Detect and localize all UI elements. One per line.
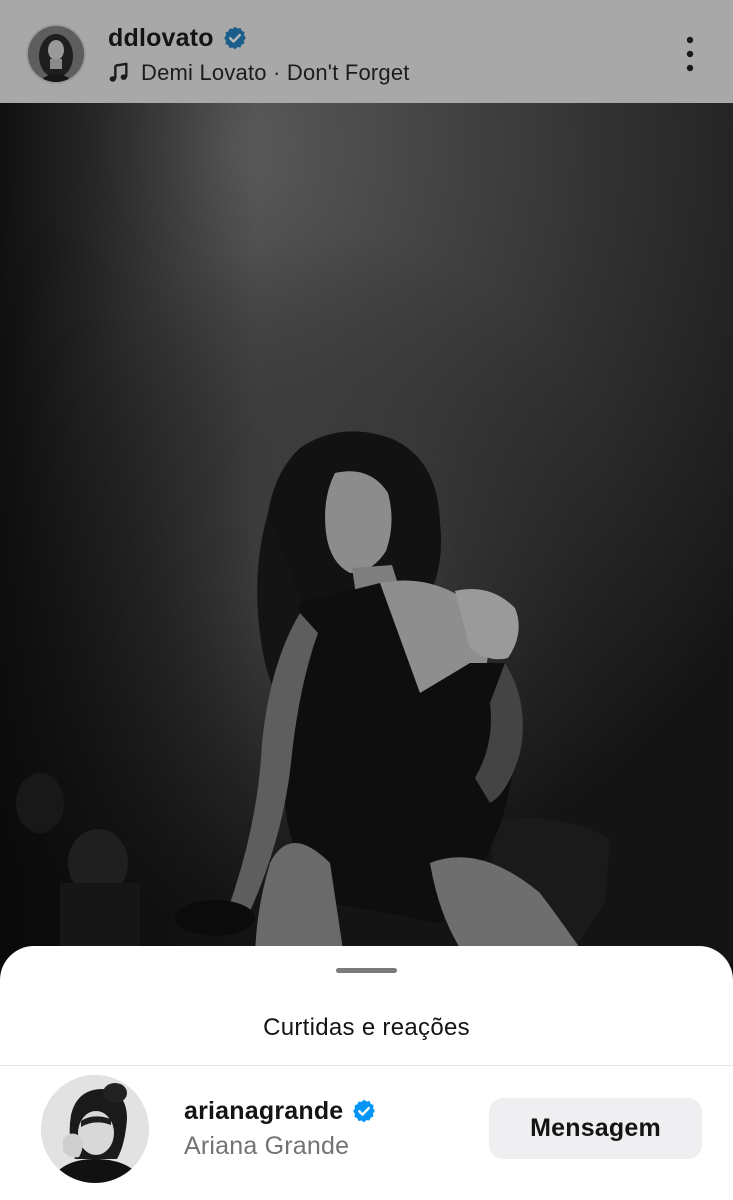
post-header: ddlovato Demi Lovato · Don't Forget [0, 0, 733, 103]
more-vertical-icon [686, 36, 694, 72]
sheet-drag-handle[interactable] [336, 968, 397, 973]
avatar-photo [41, 1075, 149, 1183]
user-username[interactable]: arianagrande [184, 1097, 343, 1126]
user-avatar[interactable] [41, 1075, 149, 1183]
user-name-row: arianagrande [184, 1094, 377, 1128]
post-music-row[interactable]: Demi Lovato · Don't Forget [108, 58, 410, 88]
message-button[interactable]: Mensagem [489, 1098, 702, 1159]
app-screen: ddlovato Demi Lovato · Don't Forget Curt… [0, 0, 733, 1200]
verified-badge-icon [223, 26, 246, 50]
avatar-photo [28, 26, 84, 82]
sheet-title: Curtidas e reações [263, 1014, 470, 1041]
verified-badge-icon [353, 1099, 376, 1123]
music-note-icon [109, 62, 128, 82]
concert-photo [0, 103, 733, 963]
more-options-button[interactable] [672, 34, 708, 74]
user-full-name: Ariana Grande [184, 1132, 350, 1160]
likes-bottom-sheet: Curtidas e reações arianagrande Ariana G… [0, 946, 733, 1200]
list-item[interactable]: arianagrande Ariana Grande Mensagem [0, 1066, 733, 1200]
post-music-label: Demi Lovato · Don't Forget [141, 60, 410, 85]
post-author-avatar[interactable] [28, 26, 84, 82]
post-author-row: ddlovato [108, 22, 248, 54]
post-image[interactable] [0, 103, 733, 963]
post-author-username[interactable]: ddlovato [108, 24, 214, 53]
